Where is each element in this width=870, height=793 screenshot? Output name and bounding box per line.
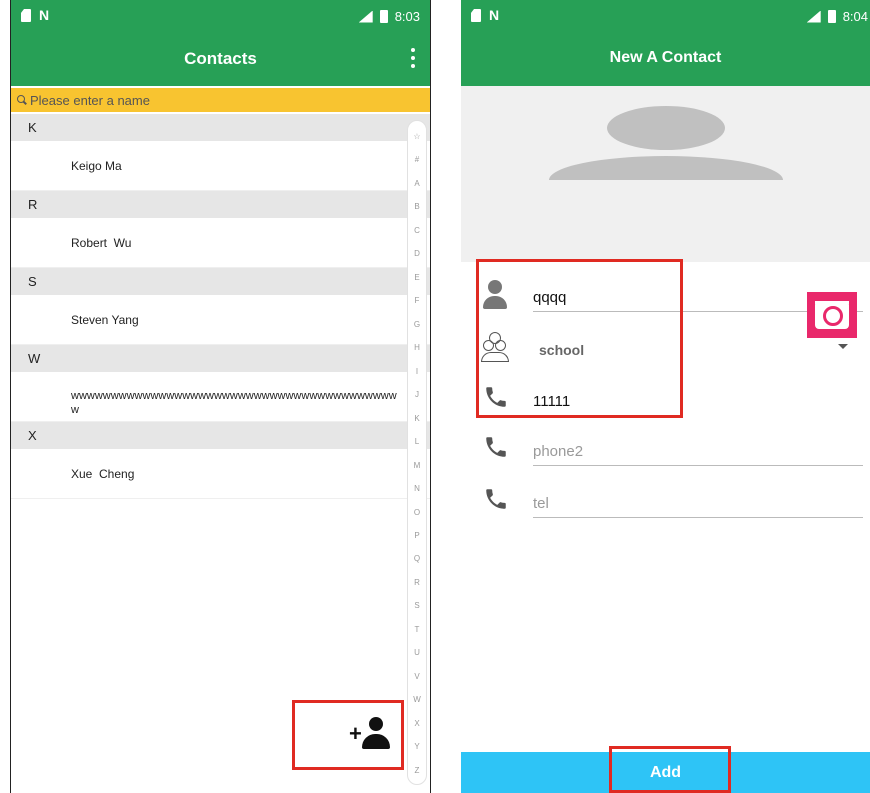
index-letter[interactable]: X bbox=[414, 714, 419, 737]
camera-button[interactable] bbox=[807, 292, 857, 338]
index-letter[interactable]: C bbox=[414, 221, 420, 244]
notification-icon: N bbox=[39, 7, 50, 23]
index-letter[interactable]: V bbox=[414, 667, 419, 690]
add-person-icon: + bbox=[349, 717, 393, 751]
tel-field-wrap bbox=[533, 482, 863, 518]
index-letter[interactable]: O bbox=[414, 503, 420, 526]
contact-photo[interactable] bbox=[461, 86, 870, 262]
notification-icon: N bbox=[489, 7, 500, 23]
toolbar-title: Contacts bbox=[184, 49, 257, 68]
overflow-menu-icon[interactable] bbox=[410, 48, 416, 68]
person-icon bbox=[483, 280, 507, 310]
index-letter[interactable]: Y bbox=[414, 737, 419, 760]
section-header-w: W bbox=[11, 345, 430, 372]
index-letter[interactable]: H bbox=[414, 338, 420, 361]
index-letter[interactable]: I bbox=[416, 362, 418, 385]
chevron-down-icon[interactable] bbox=[838, 344, 848, 349]
index-letter[interactable]: Q bbox=[414, 549, 420, 572]
index-letter[interactable]: Z bbox=[415, 761, 420, 784]
section-header-r: R bbox=[11, 191, 430, 218]
signal-icon bbox=[806, 10, 821, 23]
index-letter[interactable]: # bbox=[415, 150, 419, 173]
sd-card-icon bbox=[471, 9, 481, 22]
avatar-placeholder-head bbox=[607, 106, 725, 150]
index-letter[interactable]: U bbox=[414, 643, 420, 666]
index-letter[interactable]: B bbox=[414, 197, 419, 220]
index-letter[interactable]: M bbox=[414, 456, 421, 479]
alphabet-index-bar[interactable]: ☆ # A B C D E F G H I J K L M N O P Q R S T U V W X Y Z bbox=[407, 120, 427, 785]
index-letter[interactable]: P bbox=[414, 526, 419, 549]
index-letter[interactable]: E bbox=[414, 268, 419, 291]
index-letter[interactable]: A bbox=[414, 174, 419, 197]
phone-icon bbox=[483, 384, 509, 410]
toolbar-title: New A Contact bbox=[609, 49, 722, 66]
index-letter[interactable]: F bbox=[415, 291, 420, 314]
phone1-field-wrap bbox=[533, 380, 863, 416]
contact-list: K Keigo Ma R Robert Wu S Steven Yang W w… bbox=[11, 114, 430, 499]
index-letter[interactable]: T bbox=[415, 620, 420, 643]
index-letter[interactable]: R bbox=[414, 573, 420, 596]
app-toolbar: New A Contact bbox=[461, 34, 870, 86]
group-icon bbox=[481, 332, 511, 362]
contact-row[interactable]: wwwwwwwwwwwwwwwwwwwwwwwwwwwwwwwwwwwwwwww… bbox=[11, 372, 430, 422]
status-bar: N 8:04 bbox=[461, 0, 870, 34]
status-bar: N 8:03 bbox=[11, 0, 430, 34]
contact-name: Xue Cheng bbox=[71, 466, 135, 481]
add-contact-button[interactable]: + bbox=[347, 715, 395, 753]
index-letter[interactable]: G bbox=[414, 315, 420, 338]
phone2-field[interactable] bbox=[533, 430, 863, 464]
battery-icon bbox=[827, 10, 836, 23]
index-letter[interactable]: N bbox=[414, 479, 420, 502]
sd-card-icon bbox=[21, 9, 31, 22]
search-bar bbox=[11, 88, 430, 112]
search-icon bbox=[17, 95, 27, 105]
contact-row[interactable]: Xue Cheng bbox=[11, 449, 430, 499]
index-letter[interactable]: D bbox=[414, 244, 420, 267]
status-time: 8:03 bbox=[394, 9, 420, 24]
contact-name: Steven Yang bbox=[71, 312, 139, 327]
index-letter[interactable]: L bbox=[415, 432, 419, 455]
contact-row[interactable]: Keigo Ma bbox=[11, 141, 430, 191]
contacts-screen: N 8:03 Contacts K Keigo Ma R Robert Wu S… bbox=[10, 0, 431, 793]
contact-name: Robert Wu bbox=[71, 235, 132, 250]
index-letter[interactable]: K bbox=[414, 409, 419, 432]
phone2-field-wrap bbox=[533, 430, 863, 466]
battery-icon bbox=[379, 10, 388, 23]
signal-icon bbox=[358, 10, 373, 23]
add-button[interactable]: Add bbox=[461, 752, 870, 793]
contact-row[interactable]: Robert Wu bbox=[11, 218, 430, 268]
section-header-s: S bbox=[11, 268, 430, 295]
index-letter[interactable]: ☆ bbox=[413, 127, 420, 150]
index-letter[interactable]: J bbox=[415, 385, 419, 408]
camera-icon bbox=[815, 301, 849, 329]
tel-field[interactable] bbox=[533, 482, 863, 516]
new-contact-screen: N 8:04 New A Contact school bbox=[461, 0, 870, 793]
contact-name: wwwwwwwwwwwwwwwwwwwwwwwwwwwwwwwwwwwwwwww… bbox=[71, 390, 397, 416]
contact-name: Keigo Ma bbox=[71, 158, 122, 173]
search-input[interactable] bbox=[30, 92, 330, 108]
contact-row[interactable]: Steven Yang bbox=[11, 295, 430, 345]
phone-icon bbox=[483, 486, 509, 512]
app-toolbar: Contacts bbox=[11, 34, 430, 86]
section-header-x: X bbox=[11, 422, 430, 449]
section-header-k: K bbox=[11, 114, 430, 141]
group-select[interactable]: school bbox=[539, 342, 584, 358]
avatar-placeholder-body bbox=[549, 156, 783, 180]
status-time: 8:04 bbox=[842, 9, 868, 24]
index-letter[interactable]: W bbox=[413, 690, 421, 713]
phone1-field[interactable] bbox=[533, 380, 863, 414]
phone-icon bbox=[483, 434, 509, 460]
index-letter[interactable]: S bbox=[414, 596, 419, 619]
